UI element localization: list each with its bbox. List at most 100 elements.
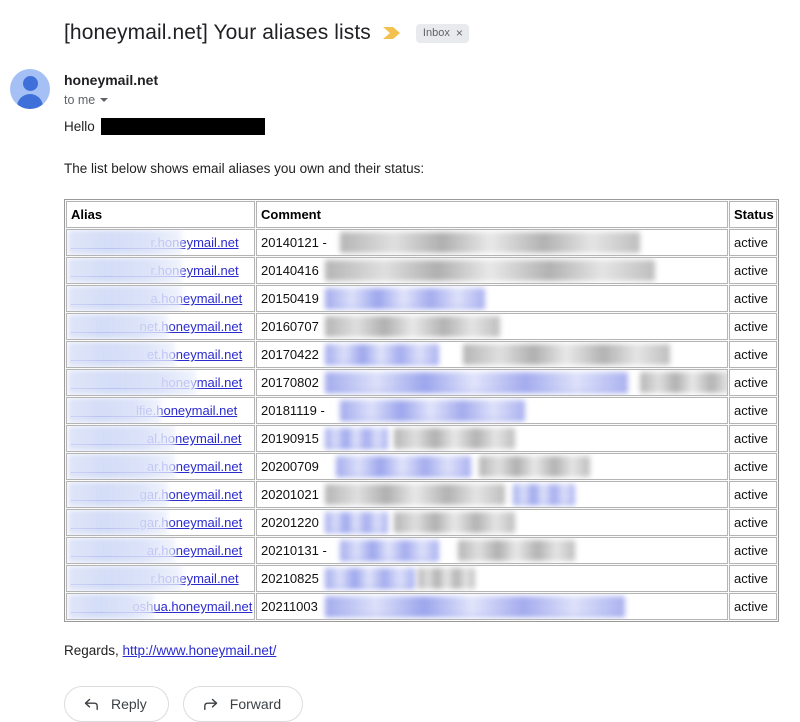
sender-header: honeymail.net to me bbox=[0, 52, 800, 109]
alias-link[interactable]: et.honeymail.net bbox=[71, 347, 242, 362]
redacted-comment-text bbox=[325, 484, 506, 505]
comment-date: 20211003 bbox=[261, 599, 318, 614]
status-cell: active bbox=[729, 397, 777, 424]
comment-date: 20150419 bbox=[261, 291, 319, 306]
alias-cell[interactable]: ar.honeymail.net bbox=[66, 453, 255, 480]
table-row: et.honeymail.net 20170422 active bbox=[66, 341, 777, 368]
table-row: a.honeymail.net 20150419 active bbox=[66, 285, 777, 312]
alias-link[interactable]: r.honeymail.net bbox=[71, 235, 238, 250]
reply-arrow-icon bbox=[83, 696, 100, 713]
alias-link[interactable]: gar.honeymail.net bbox=[71, 487, 243, 502]
alias-cell[interactable]: a.honeymail.net bbox=[66, 285, 255, 312]
close-icon[interactable]: × bbox=[456, 27, 463, 39]
subject-header: [honeymail.net] Your aliases lists Inbox… bbox=[0, 0, 800, 52]
redacted-comment-text bbox=[479, 456, 591, 477]
alias-cell[interactable]: gar.honeymail.net bbox=[66, 481, 255, 508]
redacted-comment-text bbox=[640, 372, 727, 393]
person-avatar-icon[interactable] bbox=[10, 69, 50, 109]
alias-link[interactable]: r.honeymail.net bbox=[71, 263, 238, 278]
alias-cell[interactable]: al.honeymail.net bbox=[66, 425, 255, 452]
avatar-body bbox=[17, 94, 43, 109]
alias-cell[interactable]: ar.honeymail.net bbox=[66, 537, 255, 564]
table-row: oshua.honeymail.net 20211003 active bbox=[66, 593, 777, 620]
table-row: honeymail.net 20170802 active bbox=[66, 369, 777, 396]
comment-date: 20201021 bbox=[261, 487, 319, 502]
chevron-down-icon[interactable] bbox=[100, 98, 109, 102]
intro-text: The list below shows email aliases you o… bbox=[64, 161, 425, 176]
alias-link[interactable]: net.honeymail.net bbox=[71, 319, 243, 334]
alias-link[interactable]: r.honeymail.net bbox=[71, 571, 238, 586]
status-cell: active bbox=[729, 537, 777, 564]
comment-cell: 20211003 bbox=[256, 593, 728, 620]
status-cell: active bbox=[729, 509, 777, 536]
alias-cell[interactable]: oshua.honeymail.net bbox=[66, 593, 255, 620]
reply-button-label: Reply bbox=[111, 696, 147, 712]
label-chip-text: Inbox bbox=[422, 26, 450, 39]
redacted-comment-text bbox=[463, 344, 671, 365]
alias-link[interactable]: lfie.honeymail.net bbox=[71, 403, 237, 418]
comment-cell: 20190915 bbox=[256, 425, 728, 452]
alias-link[interactable]: oshua.honeymail.net bbox=[71, 599, 252, 614]
alias-link[interactable]: al.honeymail.net bbox=[71, 431, 242, 446]
alias-cell[interactable]: gar.honeymail.net bbox=[66, 509, 255, 536]
redacted-comment-text bbox=[325, 260, 656, 281]
comment-cell: 20181119 - bbox=[256, 397, 728, 424]
redacted-comment-text bbox=[340, 400, 525, 421]
email-body: Hello The list below shows email aliases… bbox=[0, 115, 800, 722]
redacted-comment-text bbox=[457, 540, 575, 561]
redacted-comment-text bbox=[340, 540, 439, 561]
regards-prefix: Regards, bbox=[64, 643, 119, 658]
table-row: net.honeymail.net 20160707 active bbox=[66, 313, 777, 340]
alias-cell[interactable]: r.honeymail.net bbox=[66, 565, 255, 592]
table-row: gar.honeymail.net 20201021 active bbox=[66, 481, 777, 508]
status-cell: active bbox=[729, 425, 777, 452]
status-cell: active bbox=[729, 481, 777, 508]
honeymail-website-link[interactable]: http://www.honeymail.net/ bbox=[123, 643, 277, 658]
comment-cell: 20140416 bbox=[256, 257, 728, 284]
column-header-comment: Comment bbox=[256, 201, 728, 228]
column-header-status: Status bbox=[729, 201, 777, 228]
alias-cell[interactable]: r.honeymail.net bbox=[66, 229, 255, 256]
redacted-comment-text bbox=[393, 512, 516, 533]
alias-cell[interactable]: et.honeymail.net bbox=[66, 341, 255, 368]
alias-cell[interactable]: r.honeymail.net bbox=[66, 257, 255, 284]
redacted-comment-text bbox=[325, 316, 501, 337]
label-chip-inbox[interactable]: Inbox × bbox=[415, 23, 469, 43]
status-cell: active bbox=[729, 453, 777, 480]
alias-link[interactable]: gar.honeymail.net bbox=[71, 515, 243, 530]
status-cell: active bbox=[729, 257, 777, 284]
greeting-text: Hello bbox=[64, 118, 95, 134]
comment-cell: 20160707 bbox=[256, 313, 728, 340]
alias-link[interactable]: honeymail.net bbox=[71, 375, 242, 390]
table-row: lfie.honeymail.net 20181119 - active bbox=[66, 397, 777, 424]
status-cell: active bbox=[729, 229, 777, 256]
action-buttons: Reply Forward bbox=[64, 686, 790, 722]
redacted-comment-text bbox=[325, 428, 389, 449]
alias-link[interactable]: ar.honeymail.net bbox=[71, 543, 242, 558]
comment-date: 20201220 bbox=[261, 515, 319, 530]
forward-button-label: Forward bbox=[229, 696, 282, 712]
important-marker-icon[interactable] bbox=[382, 26, 402, 40]
comment-cell: 20200709 bbox=[256, 453, 728, 480]
recipient-row[interactable]: to me bbox=[64, 91, 158, 109]
redacted-comment-text bbox=[325, 596, 626, 617]
status-cell: active bbox=[729, 369, 777, 396]
alias-link[interactable]: a.honeymail.net bbox=[71, 291, 242, 306]
comment-date: 20200709 bbox=[261, 459, 319, 474]
table-row: r.honeymail.net 20140416 active bbox=[66, 257, 777, 284]
table-row: al.honeymail.net 20190915 active bbox=[66, 425, 777, 452]
status-cell: active bbox=[729, 313, 777, 340]
redacted-comment-text bbox=[418, 568, 476, 589]
reply-button[interactable]: Reply bbox=[64, 686, 169, 722]
comment-cell: 20170802 bbox=[256, 369, 728, 396]
alias-cell[interactable]: net.honeymail.net bbox=[66, 313, 255, 340]
status-cell: active bbox=[729, 341, 777, 368]
status-cell: active bbox=[729, 565, 777, 592]
alias-link[interactable]: ar.honeymail.net bbox=[71, 459, 242, 474]
table-row: gar.honeymail.net 20201220 active bbox=[66, 509, 777, 536]
alias-cell[interactable]: honeymail.net bbox=[66, 369, 255, 396]
avatar-head bbox=[22, 76, 38, 91]
table-row: ar.honeymail.net 20200709 active bbox=[66, 453, 777, 480]
alias-cell[interactable]: lfie.honeymail.net bbox=[66, 397, 255, 424]
forward-button[interactable]: Forward bbox=[182, 686, 304, 722]
